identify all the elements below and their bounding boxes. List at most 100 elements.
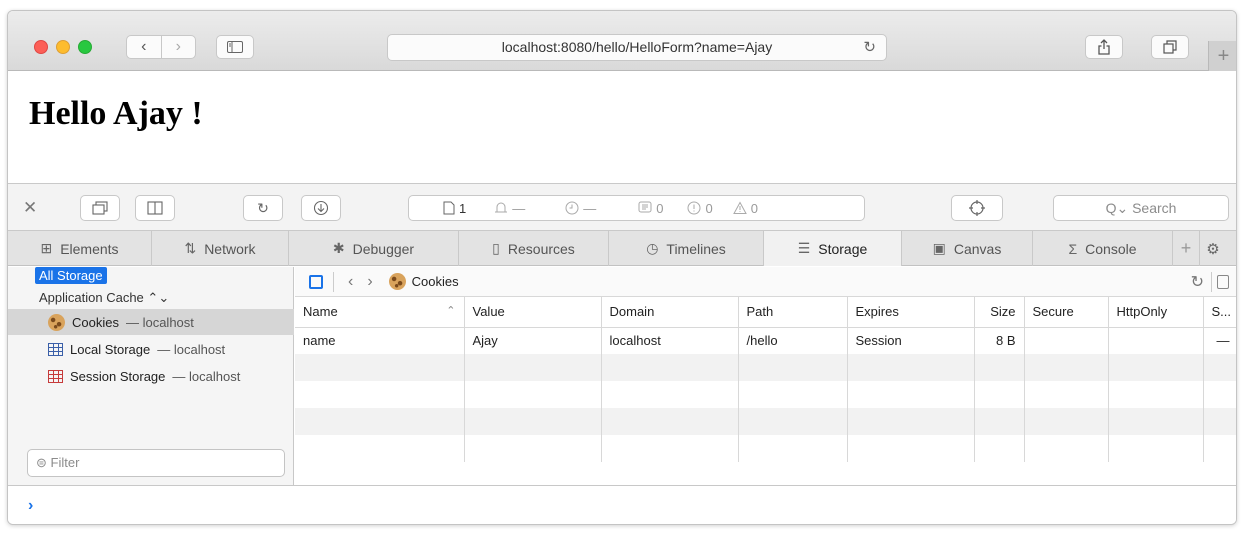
crosshair-icon	[969, 200, 985, 216]
tab-resources[interactable]: ▯ Resources	[459, 231, 609, 266]
close-window-button[interactable]	[34, 40, 48, 54]
warning-count: 0	[732, 201, 758, 216]
minimize-window-button[interactable]	[56, 40, 70, 54]
forward-arrow-icon[interactable]: ›	[367, 273, 372, 291]
column-header-secure[interactable]: Secure	[1024, 297, 1109, 328]
column-header-samesite[interactable]: S...	[1203, 297, 1236, 328]
search-placeholder: Search	[1132, 200, 1177, 216]
clock-icon	[565, 201, 579, 215]
close-inspector-icon[interactable]: ✕	[23, 198, 37, 218]
web-page: Hello Ajay !	[8, 71, 1236, 183]
canvas-icon: ▣	[932, 240, 946, 256]
inspect-element-button[interactable]	[951, 195, 1003, 221]
empty-row	[295, 435, 1236, 462]
empty-row	[295, 381, 1236, 408]
share-button[interactable]	[1085, 35, 1123, 59]
show-sidebar-button[interactable]	[216, 35, 254, 59]
cookies-table: Name ⌃ Value Domain Path Expires Size Sec…	[295, 297, 1236, 462]
add-tab-button[interactable]: +	[1173, 231, 1200, 266]
address-bar[interactable]: localhost:8080/hello/HelloForm?name=Ajay…	[387, 34, 887, 61]
cell-value: Ajay	[464, 327, 602, 354]
cell-name: name	[295, 327, 465, 354]
download-icon	[313, 200, 329, 216]
column-header-size[interactable]: Size	[974, 297, 1025, 328]
sidebar-item-session-storage[interactable]: Session Storage — localhost	[8, 363, 294, 389]
back-button[interactable]: ‹	[127, 36, 161, 58]
inspector-tab-bar: ⊞ Elements ⇅ Network ✱ Debugger ▯ Resour…	[8, 231, 1236, 266]
inspector-toolbar: ✕ ↻ 1 — — 0 0 0 Q⌄ Search	[8, 183, 1236, 231]
empty-row	[295, 408, 1236, 435]
page-heading: Hello Ajay !	[29, 95, 203, 132]
content-navigation-bar: ‹ › Cookies ↻	[295, 267, 1236, 297]
storage-icon: ☰	[797, 240, 811, 256]
reload-icon[interactable]: ↻	[863, 35, 876, 60]
cell-domain: localhost	[601, 327, 739, 354]
column-header-name[interactable]: Name ⌃	[295, 297, 465, 328]
storage-sidebar: All Storage Application Cache ⌃⌄ Cookies…	[8, 267, 294, 485]
refresh-icon[interactable]: ↻	[1191, 272, 1204, 292]
column-header-value[interactable]: Value	[464, 297, 602, 328]
local-storage-icon	[48, 342, 63, 356]
zoom-window-button[interactable]	[78, 40, 92, 54]
tab-debugger[interactable]: ✱ Debugger	[289, 231, 459, 266]
cell-expires: Session	[847, 327, 975, 354]
new-tab-button[interactable]: +	[1208, 41, 1236, 71]
resource-count: 1	[443, 201, 466, 216]
console-icon: Σ	[1068, 240, 1078, 257]
column-header-expires[interactable]: Expires	[847, 297, 975, 328]
sidebar-filter-input[interactable]: ⊜ Filter	[27, 449, 285, 477]
tab-elements[interactable]: ⊞ Elements	[8, 231, 152, 266]
settings-gear-icon[interactable]: ⚙	[1200, 231, 1226, 266]
all-storage-scope[interactable]: All Storage	[35, 267, 107, 284]
navigation-sidebar-toggle-icon[interactable]	[309, 274, 323, 289]
quick-console[interactable]: ›	[8, 485, 1236, 524]
table-header-row: Name ⌃ Value Domain Path Expires Size Sec…	[295, 297, 1236, 328]
url-text: localhost:8080/hello/HelloForm?name=Ajay	[501, 39, 773, 55]
dock-side-button[interactable]	[135, 195, 175, 221]
session-storage-icon	[48, 369, 63, 383]
show-tabs-button[interactable]	[1151, 35, 1189, 59]
column-header-domain[interactable]: Domain	[601, 297, 739, 328]
error-count: 0	[687, 201, 713, 216]
table-row[interactable]: name Ajay localhost /hello Session 8 B —	[295, 327, 1236, 354]
title-bar: ‹ › localhost:8080/hello/HelloForm?name=…	[8, 11, 1236, 71]
sidebar-icon	[227, 41, 243, 53]
reload-icon: ↻	[257, 199, 269, 216]
reload-page-button[interactable]: ↻	[243, 195, 283, 221]
back-arrow-icon[interactable]: ‹	[348, 273, 353, 291]
document-icon	[443, 201, 455, 215]
cell-httponly	[1108, 327, 1204, 354]
chevron-updown-icon: ⌃⌄	[147, 290, 170, 305]
sidebar-item-local-storage[interactable]: Local Storage — localhost	[8, 336, 294, 362]
timelines-icon: ◷	[646, 240, 659, 256]
cell-size: 8 B	[974, 327, 1025, 354]
undock-icon	[92, 201, 108, 215]
debugger-icon: ✱	[332, 240, 345, 256]
warning-icon	[732, 201, 747, 214]
log-icon	[638, 201, 652, 213]
details-sidebar-toggle-icon[interactable]	[1217, 275, 1229, 289]
share-icon	[1098, 39, 1110, 55]
browser-window: ‹ › localhost:8080/hello/HelloForm?name=…	[7, 10, 1237, 525]
tab-timelines[interactable]: ◷ Timelines	[609, 231, 764, 266]
column-header-httponly[interactable]: HttpOnly	[1108, 297, 1204, 328]
tab-storage[interactable]: ☰ Storage	[764, 231, 902, 266]
tab-canvas[interactable]: ▣ Canvas	[902, 231, 1033, 266]
cookie-icon	[48, 313, 65, 331]
column-header-path[interactable]: Path	[738, 297, 848, 328]
cell-path: /hello	[738, 327, 848, 354]
log-count: 0	[638, 201, 663, 216]
forward-button[interactable]: ›	[162, 36, 196, 58]
tabs-overview-icon	[1163, 40, 1177, 54]
tab-console[interactable]: Σ Console	[1033, 231, 1173, 266]
application-cache-selector[interactable]: Application Cache ⌃⌄	[39, 290, 169, 306]
tab-network[interactable]: ⇅ Network	[152, 231, 289, 266]
download-archive-button[interactable]	[301, 195, 341, 221]
activity-status[interactable]: 1 — — 0 0 0	[408, 195, 865, 221]
storage-content: ‹ › Cookies ↻ Name ⌃ Value Domain Path E…	[295, 267, 1236, 485]
cookie-icon	[388, 273, 406, 290]
time-status: —	[565, 201, 596, 216]
dock-mode-button[interactable]	[80, 195, 120, 221]
sidebar-item-cookies[interactable]: Cookies — localhost	[8, 309, 294, 335]
inspector-search-input[interactable]: Q⌄ Search	[1053, 195, 1229, 221]
